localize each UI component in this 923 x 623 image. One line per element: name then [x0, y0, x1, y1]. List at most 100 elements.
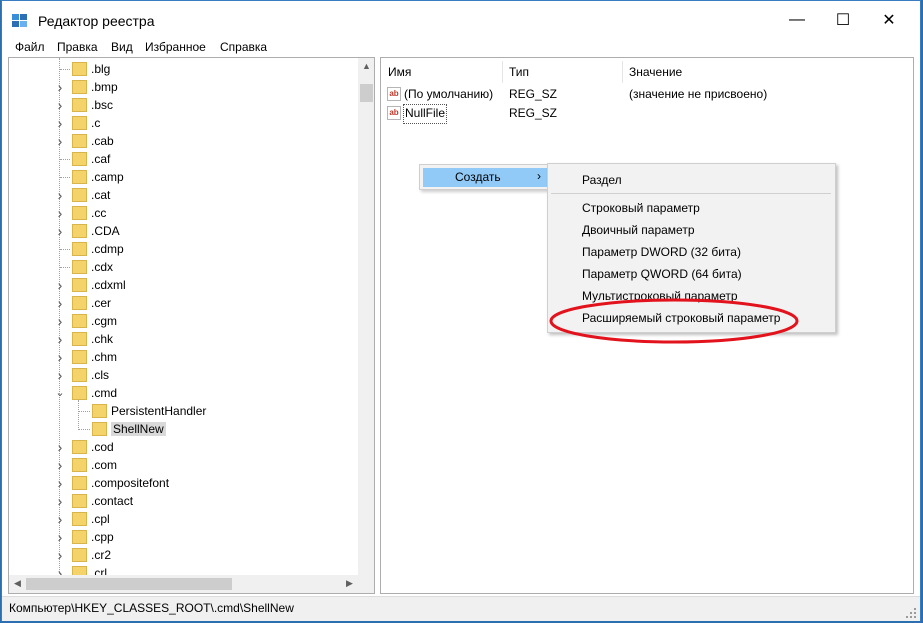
tree-item[interactable]: .cpl: [72, 510, 110, 528]
column-header-type[interactable]: Тип: [502, 63, 622, 81]
scroll-left-icon[interactable]: ◀: [9, 575, 26, 592]
chevron-right-icon: ›: [537, 169, 541, 183]
menu-bar: Файл Правка Вид Избранное Справка: [2, 39, 920, 57]
tree-item[interactable]: .chm: [72, 348, 117, 366]
menu-file[interactable]: Файл: [15, 40, 45, 54]
chevron-right-icon[interactable]: ›: [55, 222, 65, 240]
chevron-right-icon[interactable]: ›: [55, 528, 65, 546]
chevron-right-icon[interactable]: ›: [55, 474, 65, 492]
chevron-right-icon[interactable]: ›: [55, 114, 65, 132]
tree-item[interactable]: .compositefont: [72, 474, 169, 492]
folder-icon: [72, 314, 87, 328]
menu-item-create[interactable]: Создать ›: [423, 168, 547, 187]
menu-favorites[interactable]: Избранное: [145, 40, 206, 54]
chevron-right-icon[interactable]: ›: [55, 492, 65, 510]
tree-horizontal-scrollbar[interactable]: ◀ ▶: [9, 575, 374, 593]
chevron-down-icon[interactable]: ⌄: [55, 384, 65, 402]
tree-item[interactable]: .cod: [72, 438, 114, 456]
menu-item-key[interactable]: Раздел: [582, 173, 622, 187]
menu-item-qword-value[interactable]: Параметр QWORD (64 бита): [582, 267, 742, 281]
tree-item-label: .chk: [91, 332, 114, 346]
tree-item[interactable]: .c: [72, 114, 100, 132]
title-bar[interactable]: Редактор реестра — ☐ ✕: [2, 1, 920, 39]
tree-item[interactable]: .cc: [72, 204, 106, 222]
tree-item-label: .cc: [91, 206, 107, 220]
value-name[interactable]: (По умолчанию): [404, 85, 493, 103]
tree-item[interactable]: .cls: [72, 366, 109, 384]
tree-item[interactable]: .blg: [72, 60, 110, 78]
tree-item-label: PersistentHandler: [111, 404, 207, 418]
tree-item-label: .cdmp: [91, 242, 124, 256]
tree-item[interactable]: .com: [72, 456, 117, 474]
folder-icon: [72, 440, 87, 454]
chevron-right-icon[interactable]: ›: [55, 438, 65, 456]
folder-icon: [72, 152, 87, 166]
tree-item[interactable]: .chk: [72, 330, 113, 348]
key-tree-pane[interactable]: .blg › .bmp › .bsc › .c › .cab .caf .camp › .cat › .cc…: [8, 57, 375, 594]
chevron-right-icon[interactable]: ›: [55, 546, 65, 564]
chevron-right-icon[interactable]: ›: [55, 186, 65, 204]
chevron-right-icon[interactable]: ›: [55, 204, 65, 222]
menu-view[interactable]: Вид: [111, 40, 133, 54]
menu-item-string-value[interactable]: Строковый параметр: [582, 201, 700, 215]
tree-item[interactable]: .cat: [72, 186, 110, 204]
chevron-right-icon[interactable]: ›: [55, 312, 65, 330]
chevron-right-icon[interactable]: ›: [55, 132, 65, 150]
registry-editor-icon: [12, 14, 27, 27]
tree-item[interactable]: ShellNew: [92, 420, 166, 438]
chevron-right-icon[interactable]: ›: [55, 510, 65, 528]
tree-item[interactable]: .cgm: [72, 312, 117, 330]
tree-item[interactable]: .camp: [72, 168, 124, 186]
tree-item[interactable]: .cer: [72, 294, 111, 312]
chevron-right-icon[interactable]: ›: [55, 366, 65, 384]
tree-item-label: .chm: [91, 350, 118, 364]
tree-guide-line: [60, 249, 70, 250]
tree-item[interactable]: .contact: [72, 492, 133, 510]
close-button[interactable]: ✕: [866, 1, 912, 39]
size-grip-icon[interactable]: [906, 608, 916, 618]
tree-vertical-scroll-thumb[interactable]: [360, 84, 373, 102]
value-data: (значение не присвоено): [629, 87, 768, 101]
tree-item[interactable]: .cdmp: [72, 240, 124, 258]
tree-guide-line: [60, 69, 70, 70]
maximize-button[interactable]: ☐: [820, 1, 866, 39]
tree-guide-line: [78, 429, 90, 430]
menu-item-binary-value[interactable]: Двоичный параметр: [582, 223, 695, 237]
value-name-editing[interactable]: NullFile: [403, 104, 448, 124]
tree-item-label: .cod: [91, 440, 114, 454]
tree-item[interactable]: .bmp: [72, 78, 118, 96]
column-header-value[interactable]: Значение: [622, 63, 822, 81]
string-value-icon: ab: [387, 87, 401, 101]
tree-item-label: .contact: [91, 494, 134, 508]
chevron-right-icon[interactable]: ›: [55, 456, 65, 474]
tree-item[interactable]: PersistentHandler: [92, 402, 206, 420]
tree-horizontal-scroll-thumb[interactable]: [26, 578, 232, 590]
folder-icon: [72, 170, 87, 184]
tree-item[interactable]: .cab: [72, 132, 114, 150]
chevron-right-icon[interactable]: ›: [55, 78, 65, 96]
column-header-name[interactable]: Имя: [381, 63, 502, 81]
tree-item[interactable]: .CDA: [72, 222, 120, 240]
tree-item[interactable]: .cpp: [72, 528, 114, 546]
chevron-right-icon[interactable]: ›: [55, 348, 65, 366]
chevron-right-icon[interactable]: ›: [55, 96, 65, 114]
chevron-right-icon[interactable]: ›: [55, 330, 65, 348]
menu-edit[interactable]: Правка: [57, 40, 98, 54]
chevron-right-icon[interactable]: ›: [55, 294, 65, 312]
scroll-right-icon[interactable]: ▶: [341, 575, 358, 592]
tree-item-label: .cdxml: [91, 278, 126, 292]
tree-vertical-scrollbar[interactable]: ▲: [358, 58, 374, 575]
menu-item-dword-value[interactable]: Параметр DWORD (32 бита): [582, 245, 741, 259]
tree-guide-line: [60, 267, 70, 268]
tree-item[interactable]: .cr2: [72, 546, 111, 564]
tree-item[interactable]: .caf: [72, 150, 110, 168]
tree-item[interactable]: .cdxml: [72, 276, 126, 294]
tree-item-label: .bsc: [91, 98, 114, 112]
tree-item-label: ShellNew: [111, 422, 166, 436]
scroll-up-icon[interactable]: ▲: [358, 58, 374, 75]
menu-help[interactable]: Справка: [220, 40, 267, 54]
tree-item[interactable]: .cdx: [72, 258, 113, 276]
chevron-right-icon[interactable]: ›: [55, 276, 65, 294]
tree-item[interactable]: .bsc: [72, 96, 113, 114]
minimize-button[interactable]: —: [774, 1, 820, 39]
